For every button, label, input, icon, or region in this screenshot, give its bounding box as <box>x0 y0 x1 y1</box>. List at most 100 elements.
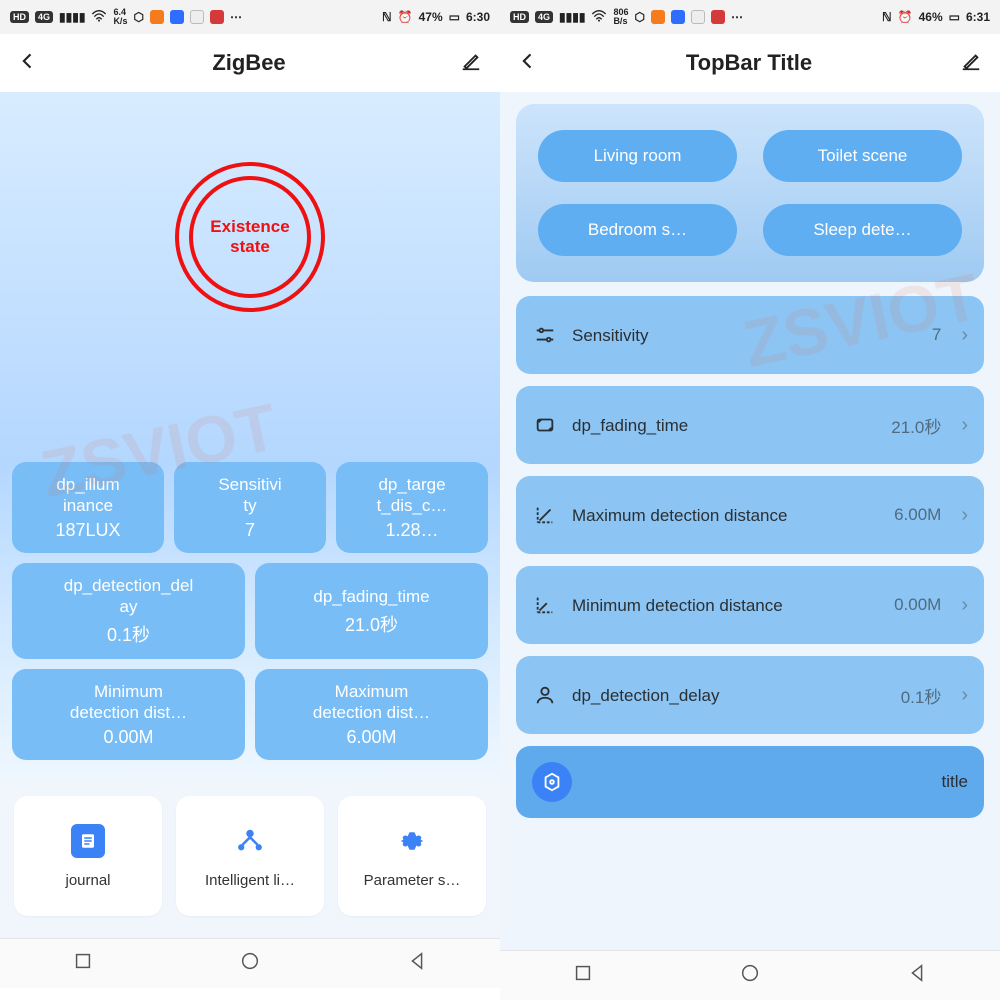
app-icon-1 <box>150 10 164 24</box>
existence-state-label: Existence state <box>210 217 289 257</box>
action-intelligent[interactable]: Intelligent li… <box>176 796 324 916</box>
setting-min-distance[interactable]: Minimum detection distance 0.00M › <box>516 566 984 644</box>
chevron-right-icon: › <box>961 324 968 347</box>
more-icon: ⋯ <box>230 10 242 24</box>
net-speed: 806 B/s <box>613 8 628 26</box>
card-target-distance[interactable]: dp_targe t_dis_c…1.28… <box>336 462 488 553</box>
setting-label: dp_fading_time <box>572 415 877 436</box>
action-parameter[interactable]: Parameter s… <box>338 796 486 916</box>
setting-sensitivity[interactable]: Sensitivity 7 › <box>516 296 984 374</box>
nav-back[interactable] <box>406 950 428 977</box>
more-icon: ⋯ <box>731 10 743 24</box>
range-max-icon <box>532 504 558 526</box>
scene-panel: Living room Toilet scene Bedroom s… Slee… <box>516 104 984 282</box>
scene-sleep[interactable]: Sleep dete… <box>763 204 962 256</box>
status-bar: HD 4G ▮▮▮▮ 6.4 K/s ⬡ ⋯ ℕ ⏰ 47% ▭ 6:30 <box>0 0 500 34</box>
action-journal[interactable]: journal <box>14 796 162 916</box>
back-button[interactable] <box>518 51 538 76</box>
range-min-icon <box>532 594 558 616</box>
lte-badge: 4G <box>535 11 553 23</box>
gear-icon <box>395 824 429 858</box>
setting-label: Sensitivity <box>572 325 918 346</box>
hex-icon: ⬡ <box>634 10 644 24</box>
clock: 6:31 <box>966 10 990 24</box>
back-button[interactable] <box>18 51 38 76</box>
net-speed: 6.4 K/s <box>113 8 127 26</box>
scene-toilet[interactable]: Toilet scene <box>763 130 962 182</box>
setting-max-distance[interactable]: Maximum detection distance 6.00M › <box>516 476 984 554</box>
setting-value: 0.00M <box>894 595 941 615</box>
setting-label: dp_detection_delay <box>572 685 887 706</box>
edit-button[interactable] <box>460 50 482 77</box>
nav-home[interactable] <box>239 950 261 977</box>
chevron-right-icon: › <box>961 594 968 617</box>
lte-badge: 4G <box>35 11 53 23</box>
metrics-grid: dp_illum inance187LUX Sensitivi ty7 dp_t… <box>0 462 500 782</box>
scene-bedroom[interactable]: Bedroom s… <box>538 204 737 256</box>
wifi-icon <box>91 10 107 25</box>
nav-recent[interactable] <box>572 962 594 989</box>
action-label: Intelligent li… <box>205 872 295 889</box>
page-title: TopBar Title <box>686 50 812 76</box>
hd-badge: HD <box>510 11 529 23</box>
chevron-right-icon: › <box>961 684 968 707</box>
setting-fading-time[interactable]: dp_fading_time 21.0秒 › <box>516 386 984 464</box>
signal-icon: ▮▮▮▮ <box>559 10 585 24</box>
android-nav <box>500 950 1000 1000</box>
settings-list: Sensitivity 7 › dp_fading_time 21.0秒 › M… <box>516 296 984 818</box>
action-label: journal <box>65 872 110 889</box>
title-row[interactable]: title <box>516 746 984 818</box>
app-icon-3 <box>691 10 705 24</box>
alarm-icon: ⏰ <box>898 10 913 24</box>
status-bar: HD 4G ▮▮▮▮ 806 B/s ⬡ ⋯ ℕ ⏰ 46% ▭ 6:31 <box>500 0 1000 34</box>
loop-icon <box>532 414 558 436</box>
alarm-icon: ⏰ <box>398 10 413 24</box>
card-detection-delay[interactable]: dp_detection_del ay0.1秒 <box>12 563 245 659</box>
intelligent-icon <box>233 824 267 858</box>
action-label: Parameter s… <box>364 872 461 889</box>
chevron-right-icon: › <box>961 504 968 527</box>
left-screen: HD 4G ▮▮▮▮ 6.4 K/s ⬡ ⋯ ℕ ⏰ 47% ▭ 6:30 Zi… <box>0 0 500 1000</box>
battery-icon: ▭ <box>949 10 960 24</box>
nav-back[interactable] <box>906 962 928 989</box>
nav-recent[interactable] <box>72 950 94 977</box>
title-row-label: title <box>586 772 968 792</box>
chevron-right-icon: › <box>961 414 968 437</box>
app-icon-4 <box>711 10 725 24</box>
battery-icon: ▭ <box>449 10 460 24</box>
setting-value: 0.1秒 <box>901 683 942 708</box>
app-icon-2 <box>671 10 685 24</box>
edit-button[interactable] <box>960 50 982 77</box>
setting-value: 21.0秒 <box>891 413 941 438</box>
page-title: ZigBee <box>212 50 285 76</box>
battery-pct: 47% <box>419 10 443 24</box>
setting-detection-delay[interactable]: dp_detection_delay 0.1秒 › <box>516 656 984 734</box>
right-screen: HD 4G ▮▮▮▮ 806 B/s ⬡ ⋯ ℕ ⏰ 46% ▭ 6:31 To… <box>500 0 1000 1000</box>
nfc-icon: ℕ <box>382 10 392 24</box>
person-icon <box>532 684 558 706</box>
scene-living-room[interactable]: Living room <box>538 130 737 182</box>
card-sensitivity[interactable]: Sensitivi ty7 <box>174 462 326 553</box>
right-body: ZSVIOT Living room Toilet scene Bedroom … <box>500 92 1000 950</box>
card-illuminance[interactable]: dp_illum inance187LUX <box>12 462 164 553</box>
app-icon-1 <box>651 10 665 24</box>
nfc-icon: ℕ <box>882 10 892 24</box>
battery-pct: 46% <box>919 10 943 24</box>
app-icon-3 <box>190 10 204 24</box>
nav-home[interactable] <box>739 962 761 989</box>
hd-badge: HD <box>10 11 29 23</box>
card-max-distance[interactable]: Maximum detection dist…6.00M <box>255 669 488 760</box>
app-icon-4 <box>210 10 224 24</box>
wifi-icon <box>591 10 607 25</box>
app-icon-2 <box>170 10 184 24</box>
setting-label: Minimum detection distance <box>572 595 880 616</box>
card-min-distance[interactable]: Minimum detection dist…0.00M <box>12 669 245 760</box>
android-nav <box>0 938 500 988</box>
bottom-actions: journal Intelligent li… Parameter s… <box>0 782 500 938</box>
signal-icon: ▮▮▮▮ <box>59 10 85 24</box>
setting-value: 7 <box>932 325 941 345</box>
setting-label: Maximum detection distance <box>572 505 880 526</box>
topbar: TopBar Title <box>500 34 1000 92</box>
card-fading-time[interactable]: dp_fading_time21.0秒 <box>255 563 488 659</box>
sliders-icon <box>532 324 558 346</box>
